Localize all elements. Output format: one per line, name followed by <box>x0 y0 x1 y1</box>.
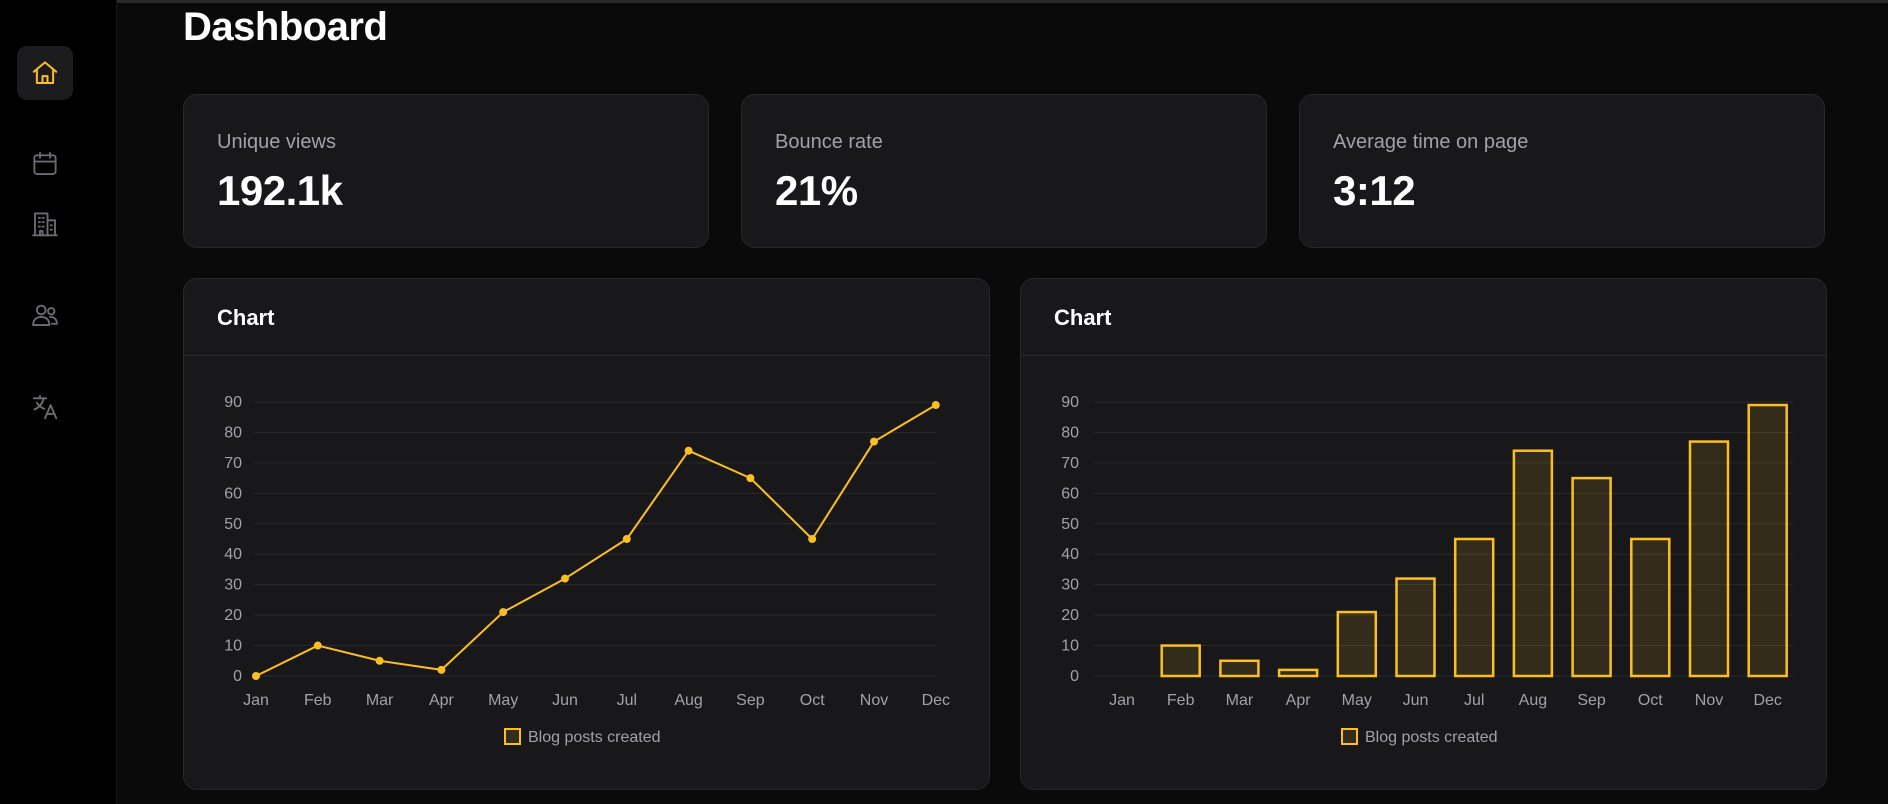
stat-value: 3:12 <box>1333 167 1416 214</box>
data-point <box>684 446 693 455</box>
sidebar-item-home[interactable] <box>17 46 73 100</box>
y-tick-label: 10 <box>224 638 242 655</box>
bar <box>1336 610 1378 678</box>
x-tick-label: Jan <box>1109 692 1135 709</box>
y-tick-label: 40 <box>224 546 242 563</box>
data-point <box>375 656 384 665</box>
x-tick-label: Mar <box>366 692 394 709</box>
y-tick-label: 0 <box>1070 668 1079 685</box>
x-tick-label: May <box>488 692 518 709</box>
x-tick-label: Feb <box>1167 692 1195 709</box>
x-tick-label: Jul <box>1464 692 1484 709</box>
x-tick-label: Oct <box>1638 692 1663 709</box>
y-tick-label: 90 <box>224 394 242 411</box>
x-tick-label: Jul <box>617 692 637 709</box>
sidebar <box>0 0 117 804</box>
y-tick-label: 60 <box>224 485 242 502</box>
line-series <box>255 404 937 677</box>
x-tick-label: Nov <box>860 692 888 709</box>
data-point <box>561 574 569 583</box>
data-point <box>931 401 940 410</box>
x-tick-label: Nov <box>1695 692 1723 709</box>
bar-chart: 0 10 20 30 40 50 60 70 80 90 Jan Feb Mar Apr May Jun Jul… <box>1061 394 1793 746</box>
home-icon <box>32 61 58 84</box>
page-title: Dashboard <box>183 5 388 49</box>
line-chart: 0 10 20 30 40 50 60 70 80 90 Jan Feb Mar Apr May Jun Jul… <box>224 394 950 746</box>
data-point <box>252 672 260 680</box>
x-tick-label: Jun <box>552 692 578 709</box>
y-tick-label: 30 <box>224 577 242 594</box>
data-point <box>313 641 322 650</box>
stat-label: Average time on page <box>1333 131 1529 153</box>
x-tick-label: Dec <box>1753 692 1781 709</box>
stat-card-unique-views: Unique views 192.1k <box>183 94 709 248</box>
y-tick-label: 70 <box>224 455 242 472</box>
legend-label: Blog posts created <box>1365 729 1498 746</box>
bar <box>1453 537 1495 678</box>
x-tick-label: Jun <box>1403 692 1429 709</box>
data-point <box>808 535 817 543</box>
sidebar-item-language[interactable] <box>17 380 73 434</box>
building-icon <box>32 212 58 237</box>
y-tick-label: 60 <box>1061 485 1079 502</box>
y-tick-label: 0 <box>233 668 242 685</box>
line-chart-card: Chart 0 10 20 30 40 50 60 70 80 90 Jan Feb Mar Apr May… <box>183 278 990 790</box>
x-tick-label: Aug <box>1519 692 1547 709</box>
stat-card-bounce-rate: Bounce rate 21% <box>741 94 1267 248</box>
stat-label: Unique views <box>217 131 336 153</box>
x-tick-label: Dec <box>922 692 950 709</box>
legend-swatch <box>1341 728 1358 745</box>
y-tick-label: 90 <box>1061 394 1079 411</box>
bar <box>1571 476 1612 678</box>
sidebar-item-calendar[interactable] <box>17 137 73 191</box>
data-point <box>499 608 508 617</box>
y-tick-label: 40 <box>1061 546 1079 563</box>
stat-label: Bounce rate <box>775 131 883 153</box>
bar <box>1277 668 1319 678</box>
bar <box>1160 644 1201 678</box>
x-tick-label: Apr <box>1286 692 1312 709</box>
y-tick-label: 20 <box>224 607 242 624</box>
legend-swatch <box>504 728 521 745</box>
sidebar-item-organization[interactable] <box>17 197 73 251</box>
y-tick-label: 10 <box>1061 638 1079 655</box>
main-content: Dashboard Unique views 192.1k Bounce rat… <box>183 0 1827 804</box>
stat-value: 21% <box>775 167 858 214</box>
sidebar-item-users[interactable] <box>17 288 73 342</box>
x-tick-label: Sep <box>736 692 765 709</box>
translate-icon <box>32 394 58 420</box>
stat-value: 192.1k <box>217 167 343 214</box>
y-tick-label: 50 <box>224 516 242 533</box>
bar <box>1688 440 1730 678</box>
stat-card-average-time: Average time on page 3:12 <box>1299 94 1825 248</box>
users-icon <box>32 304 58 326</box>
x-tick-label: Aug <box>674 692 702 709</box>
x-tick-label: Sep <box>1577 692 1606 709</box>
data-point <box>870 437 878 446</box>
x-tick-label: Oct <box>800 692 825 709</box>
bar <box>1747 403 1788 678</box>
bar <box>1512 449 1554 678</box>
legend-label: Blog posts created <box>528 729 661 746</box>
x-tick-label: Mar <box>1226 692 1254 709</box>
x-tick-label: Jan <box>243 692 269 709</box>
bar-chart-card: Chart 0 10 20 30 40 50 60 70 80 90 Jan Feb Mar Apr May… <box>1020 278 1827 790</box>
bar <box>1630 537 1671 678</box>
data-point <box>437 665 446 674</box>
x-tick-label: Apr <box>429 692 455 709</box>
x-tick-label: Feb <box>304 692 332 709</box>
bar <box>1219 659 1260 678</box>
bar <box>1395 577 1436 678</box>
y-tick-label: 30 <box>1061 577 1079 594</box>
y-tick-label: 80 <box>1061 424 1079 441</box>
y-tick-label: 70 <box>1061 455 1079 472</box>
data-point <box>622 535 631 543</box>
y-tick-label: 20 <box>1061 607 1079 624</box>
calendar-icon <box>33 151 57 175</box>
x-tick-label: May <box>1342 692 1372 709</box>
data-point <box>746 474 755 483</box>
y-tick-label: 80 <box>224 424 242 441</box>
y-tick-label: 50 <box>1061 516 1079 533</box>
